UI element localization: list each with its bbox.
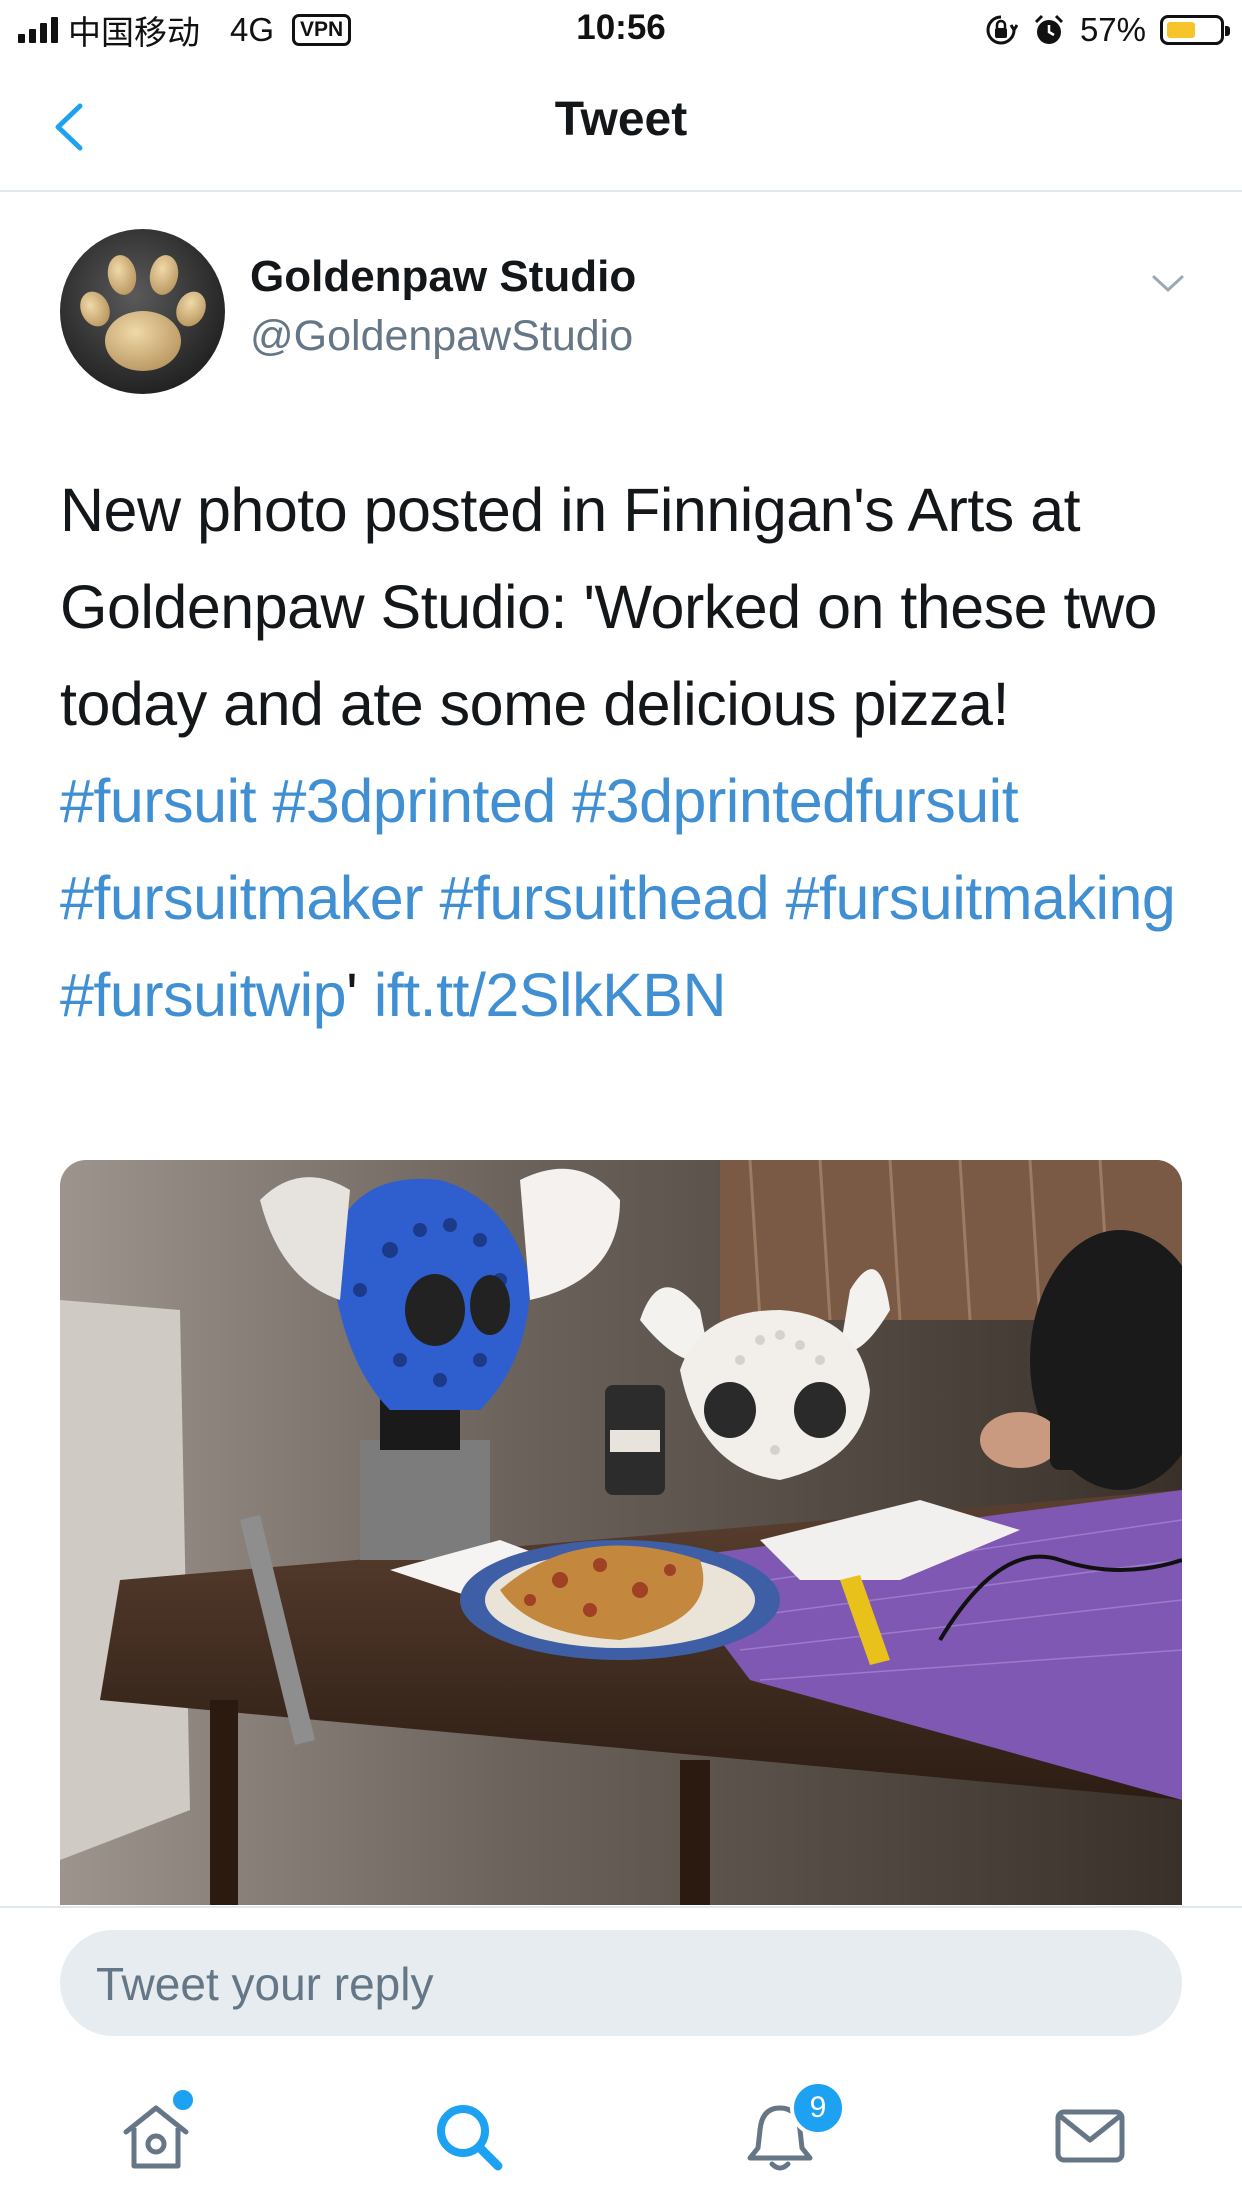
notifications-badge: 9	[790, 2080, 846, 2136]
tweet-link[interactable]: ift.tt/2SlkKBN	[374, 961, 727, 1029]
search-icon	[437, 2105, 503, 2171]
tweet-photo[interactable]	[60, 1160, 1182, 1905]
battery-fill	[1167, 22, 1195, 38]
home-new-indicator	[170, 2087, 196, 2113]
tab-messages[interactable]	[1050, 2096, 1130, 2176]
hashtag-link[interactable]: #fursuitwip	[60, 961, 347, 1029]
reply-placeholder: Tweet your reply	[96, 1958, 434, 2010]
navigation-bar: Tweet	[0, 62, 1242, 192]
status-right: 57%	[984, 10, 1230, 50]
hashtag-link[interactable]: #fursuitmaking	[786, 864, 1176, 932]
hashtag-link[interactable]: #fursuitmaker	[60, 864, 424, 932]
tweet-options-button[interactable]	[1148, 268, 1188, 298]
quote-close: '	[346, 961, 358, 1029]
author-avatar[interactable]	[60, 229, 225, 394]
tweet-text-intro: New photo posted in Finnigan's Arts at G…	[60, 476, 1157, 738]
battery-percent: 57%	[1079, 11, 1146, 48]
status-bar: 中国移动 4G VPN 10:56 57%	[0, 0, 1242, 62]
tab-search[interactable]	[428, 2096, 508, 2176]
hashtag-link[interactable]: #fursuit	[60, 767, 257, 835]
hashtag-link[interactable]: #3dprintedfursuit	[572, 767, 1018, 835]
page-title: Tweet	[554, 93, 688, 146]
tweet-text: New photo posted in Finnigan's Arts at G…	[60, 462, 1190, 1044]
photo-image	[60, 1160, 1182, 1905]
hashtag-link[interactable]: #3dprinted	[273, 767, 557, 835]
author-handle[interactable]: @GoldenpawStudio	[250, 312, 633, 361]
chevron-down-icon	[1152, 275, 1184, 293]
mail-icon	[1055, 2109, 1125, 2163]
hashtag-link[interactable]: #fursuithead	[439, 864, 769, 932]
paw-logo-icon	[60, 229, 225, 394]
battery-icon	[1160, 15, 1230, 45]
alarm-icon	[1034, 14, 1063, 44]
reply-input[interactable]: Tweet your reply	[60, 1930, 1182, 2036]
orientation-lock-icon	[986, 15, 1018, 45]
reply-divider	[0, 1906, 1242, 1908]
author-name[interactable]: Goldenpaw Studio	[250, 252, 636, 302]
